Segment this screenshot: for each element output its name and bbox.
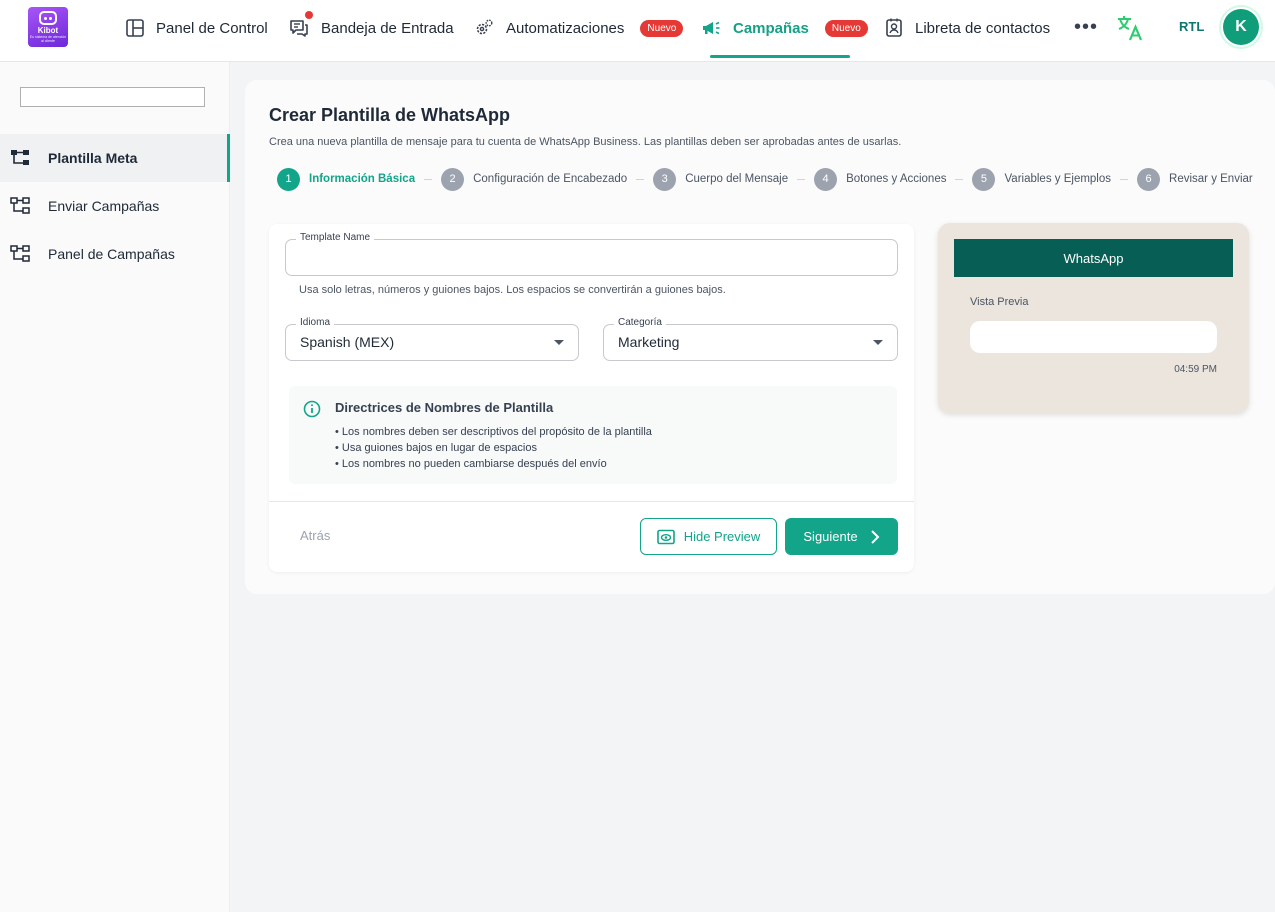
step-separator (797, 178, 806, 180)
robot-icon (39, 11, 57, 25)
hierarchy-icon (10, 197, 30, 214)
category-label: Categoría (614, 317, 666, 328)
step-number: 1 (277, 167, 300, 191)
nav-item-libreta-de-contactos[interactable]: Libreta de contactos (885, 0, 1050, 56)
preview-label: Vista Previa (970, 296, 1029, 308)
step-label: Cuerpo del Mensaje (685, 173, 789, 185)
template-name-helper: Usa solo letras, números y guiones bajos… (299, 284, 726, 296)
next-button[interactable]: Siguiente (785, 518, 898, 555)
step-informacion-basica[interactable]: 1 Información Básica (277, 167, 416, 191)
sidebar-item-label: Plantilla Meta (48, 150, 138, 166)
form-divider (269, 501, 914, 502)
active-tab-indicator (710, 55, 850, 58)
sidebar-item-enviar-campanas[interactable]: Enviar Campañas (0, 182, 230, 230)
logo-name: Kibot (37, 26, 59, 35)
category-select[interactable]: Categoría Marketing (603, 317, 898, 361)
chevron-right-icon (870, 529, 880, 544)
nav-label: Automatizaciones (506, 19, 625, 37)
naming-guidelines-box: Directrices de Nombres de Plantilla • Lo… (289, 386, 897, 484)
step-number: 2 (441, 167, 465, 191)
guidelines-list: • Los nombres deben ser descriptivos del… (335, 424, 652, 472)
language-label: Idioma (296, 317, 335, 328)
translate-icon[interactable] (1116, 14, 1144, 42)
list-item: • Los nombres no pueden cambiarse despué… (335, 458, 607, 470)
stepper: 1 Información Básica 2 Configuración de … (277, 167, 1253, 191)
nav-label: Bandeja de Entrada (321, 19, 454, 37)
notification-dot (305, 11, 313, 19)
sidebar-item-panel-de-campanas[interactable]: Panel de Campañas (0, 230, 230, 278)
nav-item-automatizaciones[interactable]: Automatizaciones Nuevo (474, 0, 684, 56)
sidebar-item-label: Panel de Campañas (48, 246, 175, 262)
broken-image-placeholder (20, 87, 205, 107)
category-value: Marketing (618, 334, 680, 350)
whatsapp-header: WhatsApp (954, 239, 1233, 277)
step-configuracion-encabezado[interactable]: 2 Configuración de Encabezado (441, 167, 628, 191)
step-number: 5 (972, 167, 996, 191)
step-separator (424, 178, 433, 180)
nav-item-panel-de-control[interactable]: Panel de Control (126, 0, 268, 56)
page-title: Crear Plantilla de WhatsApp (269, 105, 511, 125)
hide-preview-button[interactable]: Hide Preview (640, 518, 777, 555)
step-number: 3 (653, 167, 677, 191)
back-button[interactable]: Atrás (300, 528, 330, 543)
hierarchy-icon (10, 245, 30, 262)
step-cuerpo-mensaje[interactable]: 3 Cuerpo del Mensaje (653, 167, 789, 191)
step-botones-acciones[interactable]: 4 Botones y Acciones (814, 167, 947, 191)
eye-icon (656, 529, 675, 544)
more-menu-icon[interactable]: ••• (1074, 16, 1098, 39)
inbox-icon (290, 20, 308, 37)
step-revisar-enviar[interactable]: 6 Revisar y Enviar (1137, 167, 1253, 191)
step-label: Revisar y Enviar (1169, 173, 1253, 185)
top-navigation-bar: Kibot Eu sistema de atención al cliente … (0, 0, 1275, 62)
step-separator (1120, 178, 1129, 180)
sidebar-item-label: Enviar Campañas (48, 198, 160, 214)
layout-icon (126, 19, 144, 37)
hide-preview-label: Hide Preview (683, 529, 761, 544)
language-select[interactable]: Idioma Spanish (MEX) (285, 317, 579, 361)
new-badge: Nuevo (640, 19, 684, 37)
chevron-down-icon (554, 340, 564, 345)
template-name-field[interactable]: Template Name (285, 232, 898, 276)
new-badge: Nuevo (824, 19, 868, 37)
hierarchy-icon (11, 150, 29, 165)
rtl-toggle[interactable]: RTL (1179, 19, 1204, 34)
step-number: 4 (814, 167, 838, 191)
step-label: Botones y Acciones (846, 173, 947, 185)
step-separator (636, 178, 645, 180)
nav-label: Panel de Control (156, 19, 268, 37)
message-time: 04:59 PM (1174, 364, 1217, 375)
step-label: Configuración de Encabezado (473, 173, 628, 185)
chevron-down-icon (873, 340, 883, 345)
step-label: Información Básica (309, 173, 416, 185)
nav-label: Campañas (733, 19, 809, 37)
gears-icon (476, 19, 493, 35)
page-subtitle: Crea una nueva plantilla de mensaje para… (269, 136, 902, 148)
info-icon (303, 400, 321, 418)
guidelines-title: Directrices de Nombres de Plantilla (335, 400, 554, 415)
contacts-icon (886, 18, 902, 37)
template-name-label: Template Name (296, 232, 375, 243)
step-label: Variables y Ejemplos (1004, 173, 1112, 185)
step-separator (955, 178, 964, 180)
user-avatar[interactable]: K (1219, 5, 1263, 49)
sidebar-item-plantilla-meta[interactable]: Plantilla Meta (0, 134, 230, 182)
message-bubble (970, 321, 1217, 353)
megaphone-icon (703, 21, 720, 35)
kibot-logo[interactable]: Kibot Eu sistema de atención al cliente (28, 7, 68, 47)
step-number: 6 (1137, 167, 1161, 191)
next-label: Siguiente (803, 529, 858, 544)
logo-tagline: Eu sistema de atención al cliente (29, 35, 67, 43)
list-item: • Los nombres deben ser descriptivos del… (335, 426, 652, 438)
sidebar: Plantilla Meta Enviar Campañas Panel de … (0, 62, 230, 912)
nav-item-bandeja-de-entrada[interactable]: Bandeja de Entrada (289, 0, 454, 56)
nav-label: Libreta de contactos (915, 19, 1051, 37)
whatsapp-preview-card: WhatsApp Vista Previa 04:59 PM (938, 223, 1249, 413)
language-value: Spanish (MEX) (300, 334, 395, 350)
step-variables-ejemplos[interactable]: 5 Variables y Ejemplos (972, 167, 1112, 191)
avatar-initial: K (1223, 9, 1259, 45)
list-item: • Usa guiones bajos en lugar de espacios (335, 442, 537, 454)
nav-item-campanas[interactable]: Campañas Nuevo (701, 0, 868, 56)
